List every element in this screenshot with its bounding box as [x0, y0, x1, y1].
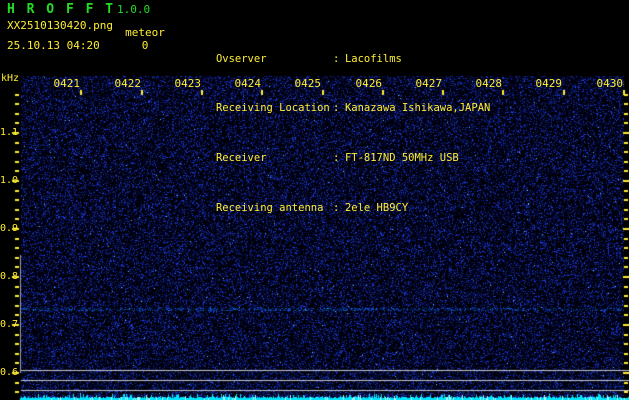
x-tick-label: 0429	[532, 78, 562, 90]
info-value: Lacofilms	[345, 54, 402, 66]
x-tick-label: 0426	[352, 78, 382, 90]
y-tick-label: 0.8	[0, 271, 14, 283]
meteor-counter-label: meteor	[118, 27, 172, 39]
app-version: 1.0.0	[117, 4, 150, 16]
y-tick-label: 0.7	[0, 319, 14, 331]
y-tick-label: 1.1	[0, 127, 14, 139]
info-value: Kanazawa Ishikawa,JAPAN	[345, 103, 490, 115]
output-filename: XX2510130420.png	[7, 20, 113, 32]
info-label: Receiving antenna	[216, 203, 333, 215]
info-label: Receiver	[216, 153, 333, 165]
x-tick-label: 0422	[111, 78, 141, 90]
x-tick-label: 0423	[171, 78, 201, 90]
info-separator: :	[333, 203, 345, 215]
x-tick-label: 0427	[412, 78, 442, 90]
meteor-counter-value: 0	[118, 40, 172, 52]
info-separator: :	[333, 153, 345, 165]
y-axis-unit-label: kHz	[1, 73, 19, 85]
y-tick-label: 0.6	[0, 367, 14, 379]
info-row-location: Receiving Location: Kanazawa Ishikawa,JAP…	[178, 92, 490, 104]
info-value: 2ele HB9CY	[345, 203, 408, 215]
app-title: H R O F F T	[7, 2, 115, 17]
x-tick-label: 0421	[50, 78, 80, 90]
x-tick-label: 0425	[291, 78, 321, 90]
info-label: Ovserver	[216, 54, 333, 66]
info-row-antenna: Receiving antenna:2ele HB9CY	[178, 191, 490, 203]
observation-info: Ovserver: Lacofilms Receiving Location: Ka…	[178, 4, 490, 241]
y-tick-label: 1.0	[0, 175, 14, 187]
observation-datetime: 25.10.13 04:20	[7, 40, 100, 52]
info-value: FT-817ND 50MHz USB	[345, 153, 459, 165]
hrofft-window: H R O F F T 1.0.0 XX2510130420.png meteo…	[0, 0, 629, 400]
info-row-receiver: Receiver: FT-817ND 50MHz USB	[178, 141, 490, 153]
x-tick-label: 0424	[231, 78, 261, 90]
info-label: Receiving Location	[216, 103, 333, 115]
x-tick-label: 0430	[593, 78, 623, 90]
info-row-observer: Ovserver: Lacofilms	[178, 42, 490, 54]
info-separator: :	[333, 54, 345, 66]
y-tick-label: 0.9	[0, 223, 14, 235]
x-tick-label: 0428	[472, 78, 502, 90]
info-separator: :	[333, 103, 345, 115]
